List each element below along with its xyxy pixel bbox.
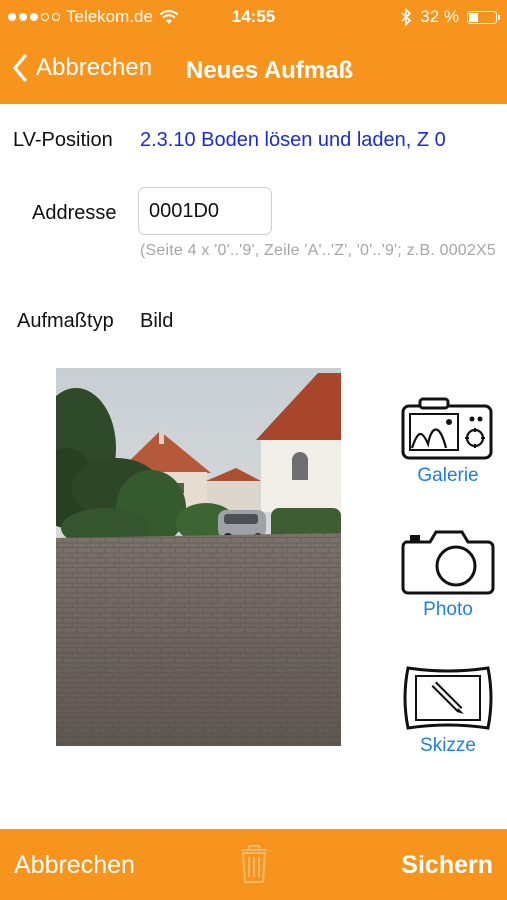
battery-level-fill bbox=[469, 12, 478, 22]
cancel-button[interactable]: Abbrechen bbox=[14, 851, 135, 880]
battery-icon bbox=[467, 10, 500, 24]
back-button-label: Abbrechen bbox=[36, 54, 153, 81]
bottom-toolbar: Abbrechen Sichern bbox=[0, 829, 507, 900]
bluetooth-icon bbox=[401, 8, 412, 26]
navigation-bar: Abbrechen Neues Aufmaß bbox=[0, 44, 507, 96]
gallery-button[interactable]: Galerie bbox=[400, 396, 496, 487]
trash-icon[interactable] bbox=[239, 844, 269, 889]
gallery-icon bbox=[401, 397, 493, 460]
sketch-button-label: Skizze bbox=[420, 735, 476, 756]
status-right: 32 % bbox=[401, 7, 500, 27]
measure-type-value: Bild bbox=[140, 310, 174, 332]
camera-icon bbox=[401, 530, 495, 595]
sketch-pencil-icon bbox=[403, 666, 493, 730]
address-input[interactable] bbox=[138, 187, 272, 235]
photo-button-label: Photo bbox=[423, 599, 473, 620]
address-label: Addresse bbox=[32, 202, 117, 224]
chevron-left-icon bbox=[13, 54, 27, 82]
save-button[interactable]: Sichern bbox=[401, 851, 493, 880]
battery-percent: 32 % bbox=[420, 7, 459, 26]
address-hint: (Seite 4 x '0'..'9', Zeile 'A'..'Z', '0'… bbox=[140, 242, 496, 259]
lv-position-label: LV-Position bbox=[13, 129, 113, 151]
lv-position-link[interactable]: 2.3.10 Boden lösen und laden, Z 0 bbox=[140, 129, 446, 152]
measurement-photo bbox=[56, 368, 341, 746]
sketch-button[interactable]: Skizze bbox=[400, 664, 496, 757]
header: Telekom.de 14:55 32 % Abbrechen Neues Au… bbox=[0, 0, 507, 104]
status-bar: Telekom.de 14:55 32 % bbox=[0, 0, 507, 36]
page-title: Neues Aufmaß bbox=[186, 57, 354, 84]
gallery-button-label: Galerie bbox=[417, 465, 479, 486]
measure-type-label: Aufmaßtyp bbox=[17, 310, 114, 332]
photo-button[interactable]: Photo bbox=[400, 528, 496, 621]
back-button[interactable]: Abbrechen bbox=[12, 54, 152, 82]
